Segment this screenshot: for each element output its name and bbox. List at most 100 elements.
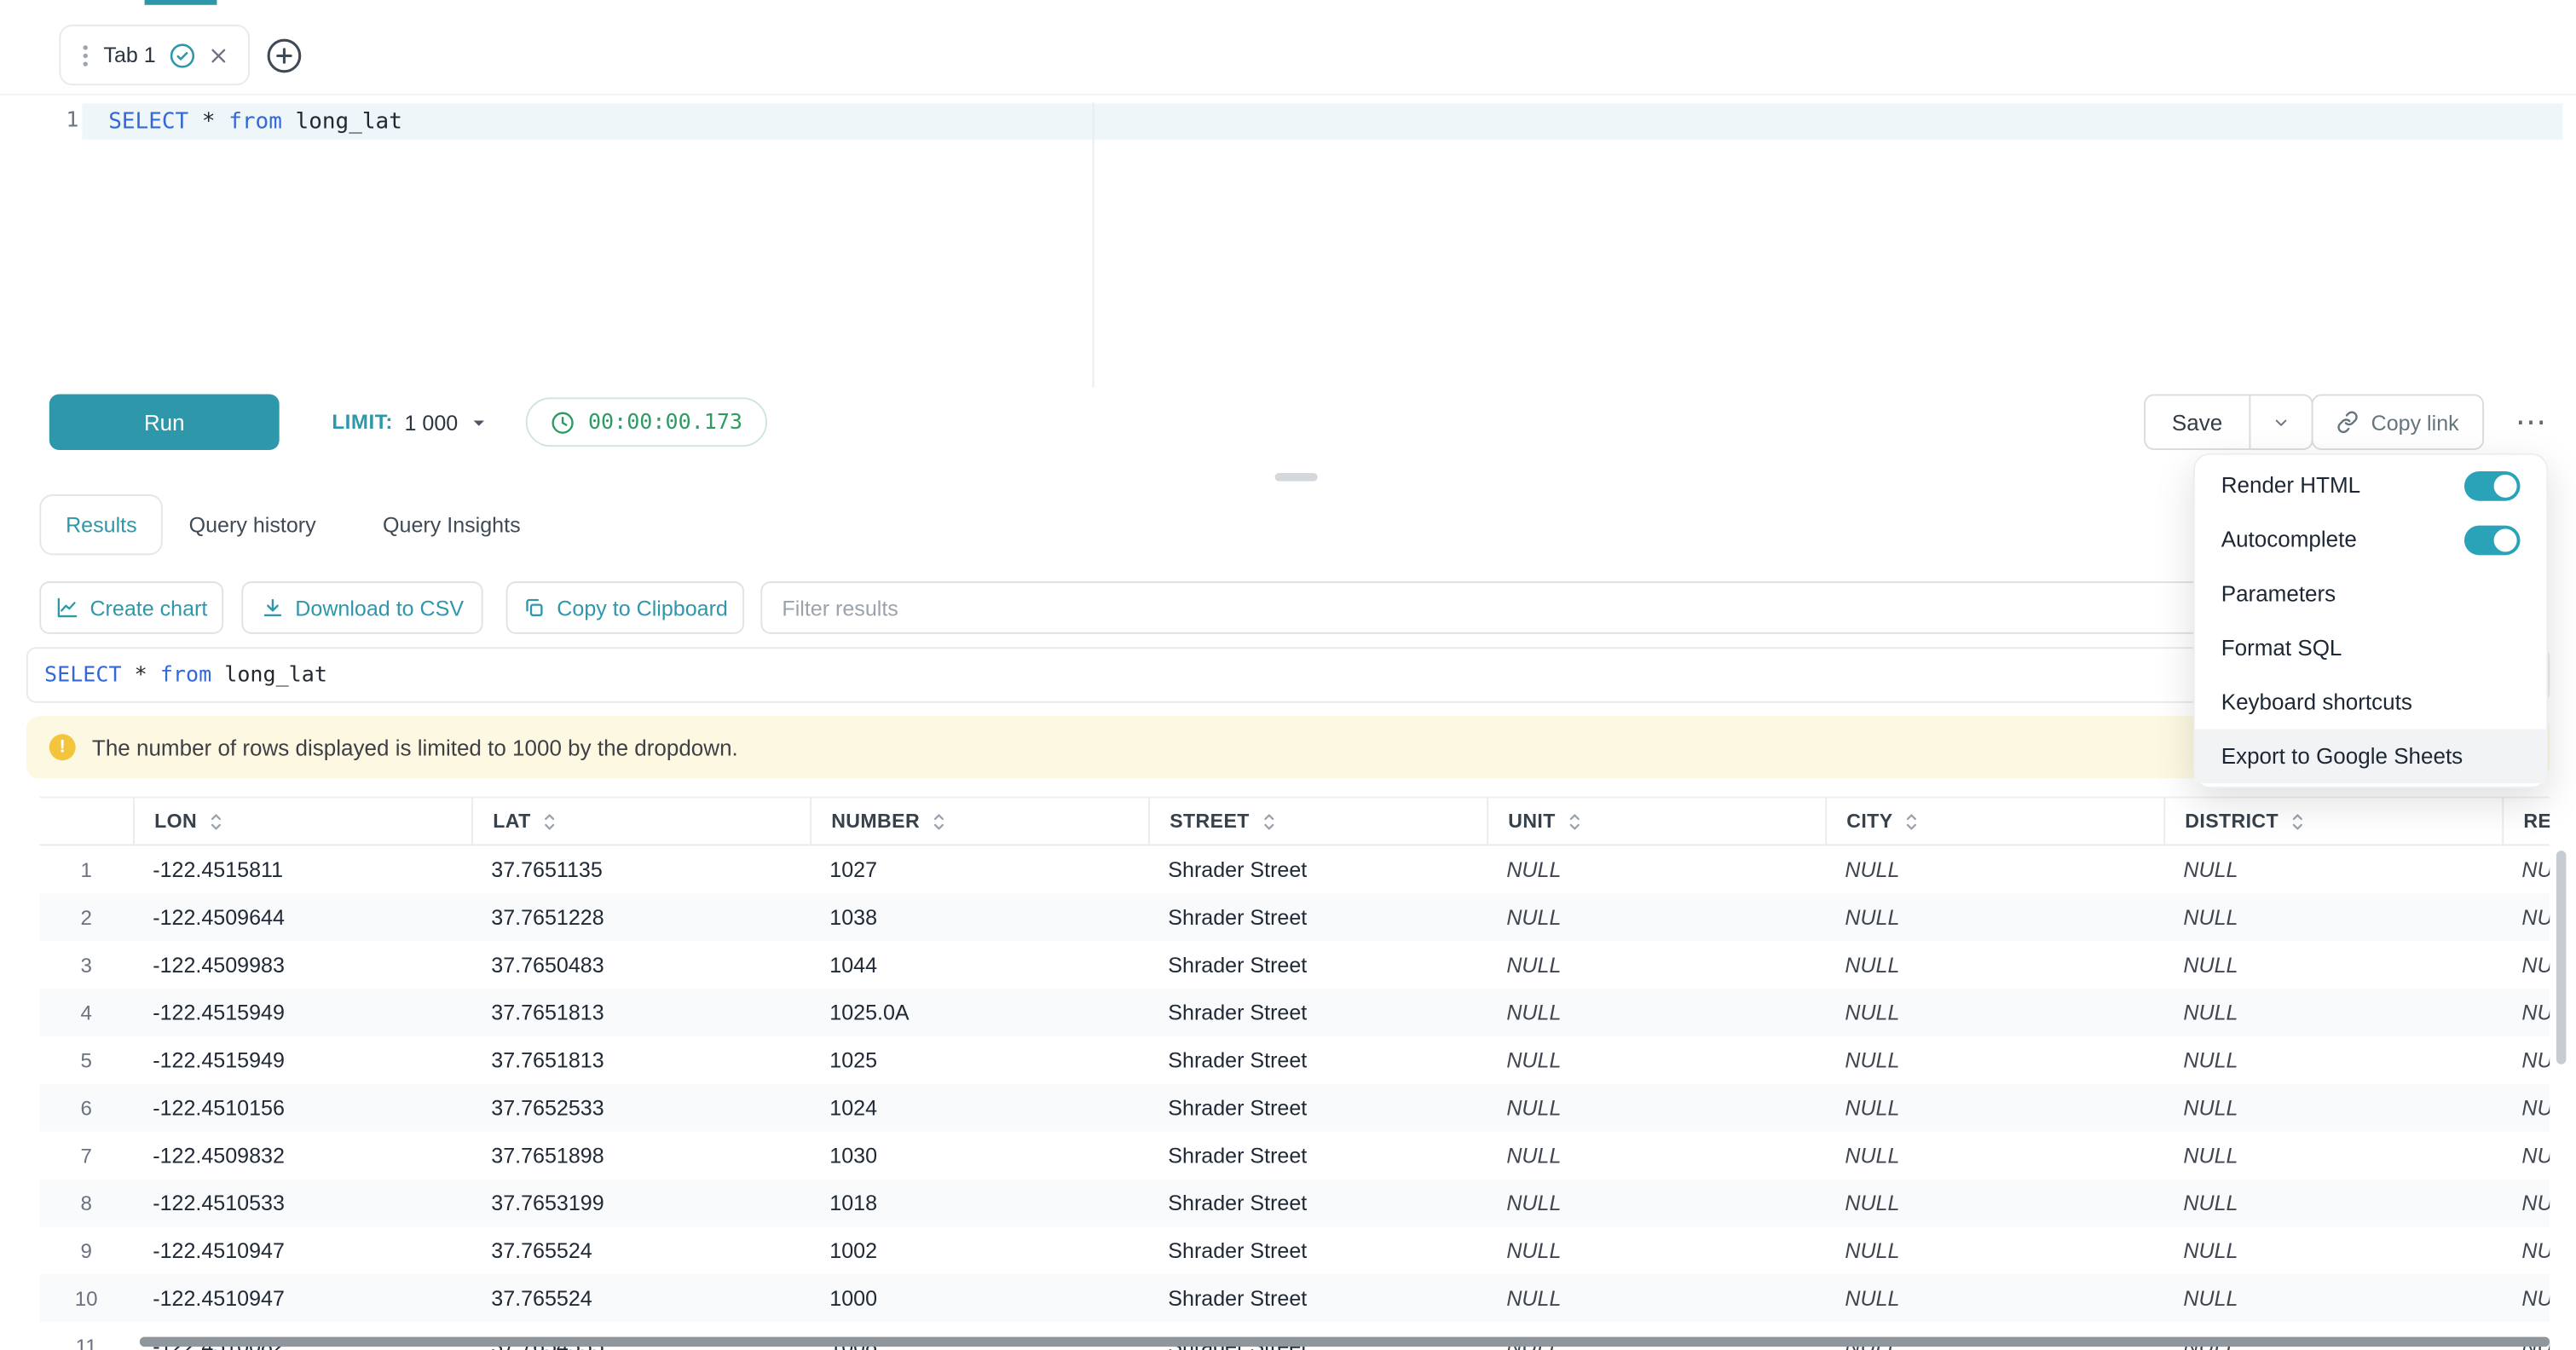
table-row[interactable]: 9-122.451094737.7655241002Shrader Street…	[39, 1226, 2550, 1274]
tab-query-insights[interactable]: Query Insights	[383, 494, 521, 555]
drag-handle-icon[interactable]	[80, 43, 90, 66]
column-header-unit[interactable]: UNIT	[1487, 799, 1825, 845]
table-cell[interactable]: 1025.0A	[810, 1001, 1148, 1025]
table-cell[interactable]: 1027	[810, 857, 1148, 882]
panel-resize-handle[interactable]	[1275, 473, 1318, 482]
table-cell[interactable]: 1002	[810, 1238, 1148, 1263]
table-cell[interactable]: 1044	[810, 953, 1148, 978]
table-cell[interactable]: 1018	[810, 1191, 1148, 1215]
sort-icon[interactable]	[1565, 811, 1583, 832]
table-row[interactable]: 7-122.450983237.76518981030Shrader Stree…	[39, 1132, 2550, 1180]
table-cell[interactable]: 1025	[810, 1047, 1148, 1072]
table-cell[interactable]: NULL	[1487, 857, 1825, 882]
sort-icon[interactable]	[1903, 811, 1920, 832]
table-cell[interactable]: Shrader Street	[1148, 1191, 1487, 1215]
table-row[interactable]: 8-122.451053337.76531991018Shrader Stree…	[39, 1180, 2550, 1227]
menu-item-parameters[interactable]: Parameters	[2195, 567, 2546, 621]
column-header-lon[interactable]: LON	[133, 799, 471, 845]
table-cell[interactable]: NULL	[1825, 953, 2163, 978]
tab-query-history[interactable]: Query history	[189, 494, 316, 555]
table-cell[interactable]: Shrader Street	[1148, 1143, 1487, 1168]
horizontal-scrollbar[interactable]	[140, 1337, 2550, 1347]
menu-item-autocomplete[interactable]: Autocomplete	[2195, 512, 2546, 567]
menu-item-format-sql[interactable]: Format SQL	[2195, 620, 2546, 675]
table-cell[interactable]: NULL	[2163, 857, 2502, 882]
run-button[interactable]: Run	[49, 394, 280, 450]
table-cell[interactable]: NULL	[2502, 1286, 2550, 1311]
table-cell[interactable]: Shrader Street	[1148, 905, 1487, 930]
autocomplete-toggle[interactable]	[2464, 525, 2521, 555]
vertical-scrollbar[interactable]	[2556, 851, 2567, 1064]
table-row[interactable]: 3-122.450998337.76504831044Shrader Stree…	[39, 941, 2550, 989]
render-html-toggle[interactable]	[2464, 470, 2521, 500]
table-row[interactable]: 4-122.451594937.76518131025.0AShrader St…	[39, 989, 2550, 1036]
table-cell[interactable]: Shrader Street	[1148, 953, 1487, 978]
table-cell[interactable]: Shrader Street	[1148, 1095, 1487, 1120]
table-cell[interactable]: -122.4515949	[133, 1047, 471, 1072]
table-cell[interactable]: 37.765524	[471, 1286, 810, 1311]
table-cell[interactable]: NULL	[2502, 1143, 2550, 1168]
table-cell[interactable]: NULL	[1825, 1047, 2163, 1072]
add-tab-button[interactable]	[263, 34, 305, 77]
table-cell[interactable]: -122.4515949	[133, 1001, 471, 1025]
table-cell[interactable]: NULL	[1487, 1238, 1825, 1263]
table-cell[interactable]: NULL	[1825, 857, 2163, 882]
sort-icon[interactable]	[207, 811, 225, 832]
table-cell[interactable]: NULL	[1487, 905, 1825, 930]
sort-icon[interactable]	[930, 811, 948, 832]
table-cell[interactable]: NULL	[2163, 1001, 2502, 1025]
column-header-lat[interactable]: LAT	[471, 799, 810, 845]
table-cell[interactable]: NULL	[2502, 1238, 2550, 1263]
table-cell[interactable]: -122.4510947	[133, 1238, 471, 1263]
table-cell[interactable]: NULL	[2163, 1238, 2502, 1263]
table-cell[interactable]: 37.7650483	[471, 953, 810, 978]
table-cell[interactable]: NULL	[2163, 953, 2502, 978]
table-row[interactable]: 2-122.450964437.76512281038Shrader Stree…	[39, 893, 2550, 941]
limit-dropdown[interactable]: LIMIT: 1 000	[332, 394, 488, 450]
sort-icon[interactable]	[2289, 811, 2307, 832]
table-cell[interactable]: NULL	[1487, 1191, 1825, 1215]
table-cell[interactable]: NULL	[2163, 1191, 2502, 1215]
table-cell[interactable]: -122.4510533	[133, 1191, 471, 1215]
table-cell[interactable]: -122.4509644	[133, 905, 471, 930]
copy-link-button[interactable]: Copy link	[2312, 394, 2484, 450]
table-cell[interactable]: NULL	[2502, 1095, 2550, 1120]
table-cell[interactable]: 37.7652533	[471, 1095, 810, 1120]
table-cell[interactable]: Shrader Street	[1148, 1238, 1487, 1263]
table-cell[interactable]: NULL	[1487, 1047, 1825, 1072]
sql-code-line[interactable]: SELECT * from long_lat	[108, 108, 402, 135]
table-cell[interactable]: Shrader Street	[1148, 1047, 1487, 1072]
table-cell[interactable]: Shrader Street	[1148, 857, 1487, 882]
column-header-street[interactable]: STREET	[1148, 799, 1487, 845]
table-cell[interactable]: Shrader Street	[1148, 1001, 1487, 1025]
table-cell[interactable]: NULL	[2163, 905, 2502, 930]
tab-results[interactable]: Results	[39, 494, 163, 555]
table-cell[interactable]: 37.7651228	[471, 905, 810, 930]
table-cell[interactable]: NULL	[2502, 953, 2550, 978]
table-cell[interactable]: NULL	[1825, 1001, 2163, 1025]
table-cell[interactable]: NULL	[1487, 1286, 1825, 1311]
table-cell[interactable]: 37.7651135	[471, 857, 810, 882]
table-row[interactable]: 1-122.451581137.76511351027Shrader Stree…	[39, 845, 2550, 893]
table-cell[interactable]: NULL	[2163, 1143, 2502, 1168]
table-cell[interactable]: 37.7651813	[471, 1047, 810, 1072]
save-button[interactable]: Save	[2144, 394, 2250, 450]
column-header-re[interactable]: RE	[2502, 799, 2550, 845]
table-cell[interactable]: 37.7651898	[471, 1143, 810, 1168]
download-csv-button[interactable]: Download to CSV	[241, 581, 482, 634]
table-cell[interactable]: NULL	[1487, 953, 1825, 978]
table-cell[interactable]: NULL	[1487, 1001, 1825, 1025]
menu-item-export-google-sheets[interactable]: Export to Google Sheets	[2195, 730, 2546, 784]
table-row[interactable]: 5-122.451594937.76518131025Shrader Stree…	[39, 1036, 2550, 1084]
table-cell[interactable]: NULL	[1825, 905, 2163, 930]
table-cell[interactable]: NULL	[2163, 1095, 2502, 1120]
table-cell[interactable]: 37.7651813	[471, 1001, 810, 1025]
column-header-city[interactable]: CITY	[1825, 799, 2163, 845]
table-row[interactable]: 6-122.451015637.76525331024Shrader Stree…	[39, 1084, 2550, 1132]
table-cell[interactable]: NULL	[1487, 1095, 1825, 1120]
table-cell[interactable]: -122.4510947	[133, 1286, 471, 1311]
table-cell[interactable]: Shrader Street	[1148, 1286, 1487, 1311]
table-cell[interactable]: NULL	[1825, 1143, 2163, 1168]
table-cell[interactable]: NULL	[1825, 1286, 2163, 1311]
table-cell[interactable]: -122.4509983	[133, 953, 471, 978]
